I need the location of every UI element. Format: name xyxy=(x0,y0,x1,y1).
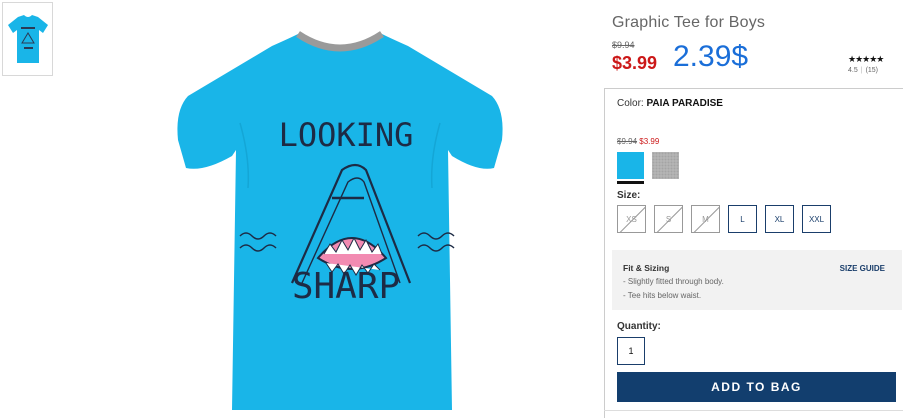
swatch-blue[interactable] xyxy=(617,152,644,179)
color-value: PAIA PARADISE xyxy=(646,98,723,109)
product-thumbnail[interactable] xyxy=(2,2,53,76)
swatch-original-price: $9.94 xyxy=(617,137,638,146)
color-label: Color: PAIA PARADISE xyxy=(617,98,723,109)
size-xl-button[interactable]: XL xyxy=(765,205,794,233)
rating[interactable]: ★★★★★ 4.5 | (15) xyxy=(848,54,898,74)
size-xs-button[interactable]: XS xyxy=(617,205,646,233)
swatch-sale-price: $3.99 xyxy=(639,137,660,146)
fit-detail-line: - Tee hits below waist. xyxy=(623,291,702,300)
tshirt-thumbnail-image xyxy=(7,15,48,63)
rating-divider: | xyxy=(860,67,863,74)
tshirt-image: LOOKING SHARP xyxy=(177,31,503,410)
quantity-input[interactable] xyxy=(617,337,645,365)
swatch-gray[interactable] xyxy=(652,152,679,179)
size-s-button[interactable]: S xyxy=(654,205,683,233)
divider xyxy=(604,410,903,411)
product-title: Graphic Tee for Boys xyxy=(612,14,766,31)
fit-detail-line: - Slightly fitted through body. xyxy=(623,277,724,286)
review-count[interactable]: (15) xyxy=(866,67,878,74)
product-main-image: LOOKING SHARP xyxy=(160,28,520,418)
size-guide-link[interactable]: SIZE GUIDE xyxy=(840,264,885,273)
rating-stars-icon: ★★★★★ xyxy=(848,54,884,64)
quantity-label: Quantity: xyxy=(617,321,661,332)
size-xxl-button[interactable]: XXL xyxy=(802,205,831,233)
rating-value: 4.5 xyxy=(848,67,858,74)
size-l-button[interactable]: L xyxy=(728,205,757,233)
overlay-price-annotation: 2.39$ xyxy=(673,40,749,73)
add-to-bag-button[interactable]: ADD TO BAG xyxy=(617,372,896,402)
swatch-selected-indicator xyxy=(617,181,644,184)
fit-sizing-title: Fit & Sizing xyxy=(623,263,670,273)
sale-price: $3.99 xyxy=(612,53,658,73)
swatch-price: $9.94 $3.99 xyxy=(617,137,659,146)
shirt-text-line1: LOOKING xyxy=(279,116,414,154)
original-price: $9.94 xyxy=(612,40,635,50)
size-m-button[interactable]: M xyxy=(691,205,720,233)
size-label: Size: xyxy=(617,190,641,201)
fit-sizing-box: Fit & Sizing SIZE GUIDE - Slightly fitte… xyxy=(612,250,902,310)
shirt-text-line2: SHARP xyxy=(292,266,400,307)
